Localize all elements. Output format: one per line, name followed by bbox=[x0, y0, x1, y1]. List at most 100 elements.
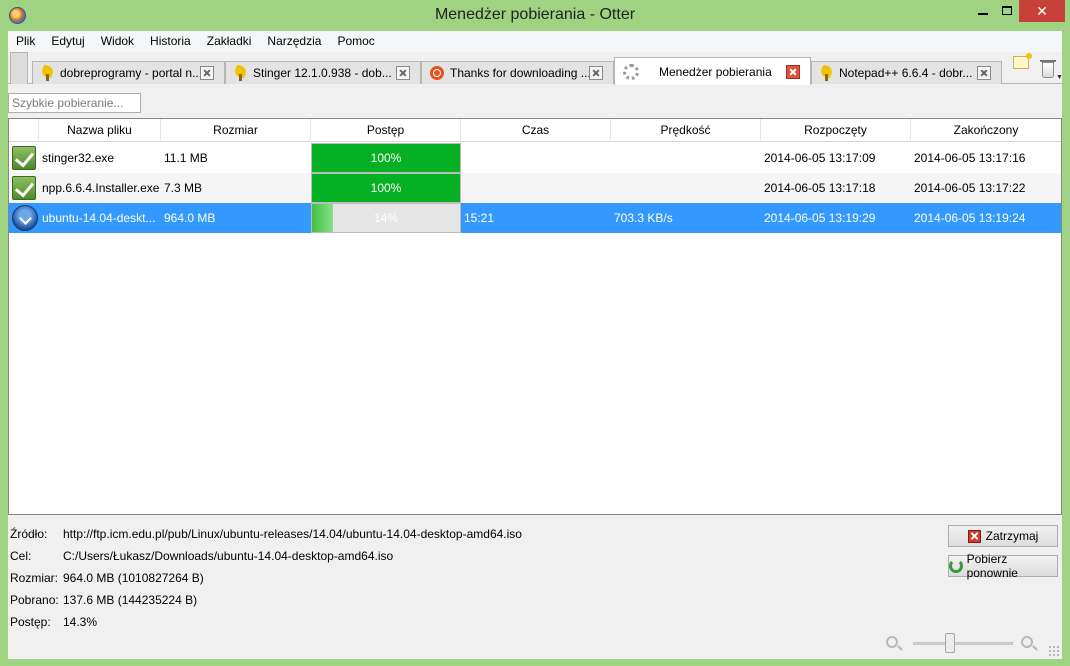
column-header-name[interactable]: Nazwa pliku bbox=[39, 119, 161, 142]
menu-edytuj[interactable]: Edytuj bbox=[43, 31, 92, 52]
ubuntu-icon bbox=[430, 66, 444, 80]
tab-ubuntu-thanks[interactable]: Thanks for downloading ... bbox=[421, 61, 614, 84]
stop-button[interactable]: Zatrzymaj bbox=[948, 525, 1058, 547]
redownload-button[interactable]: Pobierz ponownie bbox=[948, 552, 1058, 580]
close-window-button[interactable]: ✕ bbox=[1019, 0, 1065, 22]
stop-button-label: Zatrzymaj bbox=[985, 529, 1039, 543]
download-speed bbox=[614, 143, 760, 173]
check-icon bbox=[12, 146, 36, 170]
progress-text: 14% bbox=[373, 211, 399, 225]
zoom-in-icon[interactable] bbox=[1021, 636, 1033, 648]
redownload-button-label: Pobierz ponownie bbox=[966, 552, 1018, 580]
column-header-progress[interactable]: Postęp bbox=[311, 119, 461, 142]
column-header-finished[interactable]: Zakończony bbox=[911, 119, 1061, 142]
file-size: 11.1 MB bbox=[164, 151, 208, 165]
minimize-button[interactable] bbox=[970, 0, 996, 22]
table-row-selected[interactable]: ubuntu-14.04-deskt... 964.0 MB 14% 15:21… bbox=[9, 203, 1061, 233]
column-header-time[interactable]: Czas bbox=[461, 119, 611, 142]
tab-close-icon[interactable] bbox=[786, 64, 800, 79]
time-remaining bbox=[464, 143, 610, 173]
tab-stinger[interactable]: Stinger 12.1.0.938 - dob... bbox=[225, 61, 421, 84]
title-bar: Menedżer pobierania - Otter ✕ bbox=[0, 0, 1070, 31]
tab-dobreprogramy[interactable]: dobreprogramy - portal n... bbox=[32, 61, 225, 84]
minimize-icon bbox=[978, 12, 988, 15]
menu-narzedzia[interactable]: Narzędzia bbox=[259, 31, 329, 52]
column-header-started[interactable]: Rozpoczęty bbox=[761, 119, 911, 142]
column-header-speed[interactable]: Prędkość bbox=[611, 119, 761, 142]
tab-download-manager[interactable]: Menedżer pobierania bbox=[614, 57, 811, 85]
finished-time: 2014-06-05 13:17:22 bbox=[914, 181, 1026, 195]
download-icon bbox=[12, 205, 38, 231]
table-row[interactable]: stinger32.exe 11.1 MB 100% 2014-06-05 13… bbox=[9, 143, 1061, 173]
tab-label: Notepad++ 6.6.4 - dobr... bbox=[839, 66, 973, 80]
file-size: 964.0 MB bbox=[164, 211, 216, 225]
progress-bar: 14% bbox=[311, 203, 461, 233]
quick-download-input[interactable] bbox=[8, 93, 141, 113]
size-value: 964.0 MB (1010827264 B) bbox=[63, 571, 204, 585]
window-title: Menedżer pobierania - Otter bbox=[434, 6, 636, 23]
new-tab-icon[interactable] bbox=[1013, 53, 1032, 69]
loading-spinner-icon bbox=[623, 63, 639, 80]
time-remaining: 15:21 bbox=[464, 211, 495, 225]
finished-time: 2014-06-05 13:19:24 bbox=[914, 211, 1026, 225]
progress-bar: 100% bbox=[311, 143, 461, 173]
progress-value: 14.3% bbox=[63, 615, 98, 629]
progress-text: 100% bbox=[370, 151, 402, 165]
started-time: 2014-06-05 13:19:29 bbox=[764, 211, 876, 225]
maximize-button[interactable] bbox=[996, 0, 1018, 22]
menu-zakladki[interactable]: Zakładki bbox=[199, 31, 260, 52]
column-header-size[interactable]: Rozmiar bbox=[161, 119, 311, 142]
target-label: Cel: bbox=[10, 549, 32, 563]
menu-widok[interactable]: Widok bbox=[93, 31, 142, 52]
gear-icon bbox=[234, 66, 247, 81]
downloaded-value: 137.6 MB (144235224 B) bbox=[63, 593, 198, 607]
resize-grip[interactable] bbox=[1048, 645, 1060, 657]
chevron-down-icon[interactable]: ▼ bbox=[1056, 74, 1063, 81]
tab-label: Menedżer pobierania bbox=[659, 64, 772, 79]
started-time: 2014-06-05 13:17:09 bbox=[764, 151, 876, 165]
table-header: Nazwa pliku Rozmiar Postęp Czas Prędkość… bbox=[9, 119, 1061, 142]
tab-label: Thanks for downloading ... bbox=[450, 66, 589, 80]
time-remaining bbox=[464, 173, 610, 203]
window-client: Plik Edytuj Widok Historia Zakładki Narz… bbox=[8, 31, 1063, 659]
tab-bar: dobreprogramy - portal n... Stinger 12.1… bbox=[8, 52, 1063, 85]
tab-close-icon[interactable] bbox=[200, 66, 214, 80]
size-label: Rozmiar: bbox=[10, 571, 59, 585]
downloads-table: Nazwa pliku Rozmiar Postęp Czas Prędkość… bbox=[8, 118, 1062, 515]
downloaded-label: Pobrano: bbox=[10, 593, 59, 607]
column-header-icon[interactable] bbox=[9, 119, 39, 142]
maximize-icon bbox=[1002, 5, 1012, 15]
file-name: stinger32.exe bbox=[42, 151, 115, 165]
close-icon: ✕ bbox=[1036, 3, 1048, 19]
menu-bar: Plik Edytuj Widok Historia Zakładki Narz… bbox=[8, 31, 1062, 52]
tab-label: Stinger 12.1.0.938 - dob... bbox=[253, 66, 392, 80]
file-name: ubuntu-14.04-deskt... bbox=[42, 211, 156, 225]
table-row[interactable]: npp.6.6.4.Installer.exe 7.3 MB 100% 2014… bbox=[9, 173, 1061, 203]
source-value: http://ftp.icm.edu.pl/pub/Linux/ubuntu-r… bbox=[63, 527, 522, 541]
menu-pomoc[interactable]: Pomoc bbox=[329, 31, 382, 52]
source-label: Źródło: bbox=[10, 527, 48, 541]
zoom-out-icon[interactable] bbox=[886, 636, 898, 648]
menu-historia[interactable]: Historia bbox=[142, 31, 199, 52]
file-name: npp.6.6.4.Installer.exe bbox=[42, 181, 160, 195]
gear-icon bbox=[820, 66, 833, 81]
started-time: 2014-06-05 13:17:18 bbox=[764, 181, 876, 195]
download-speed: 703.3 KB/s bbox=[614, 211, 673, 225]
progress-label: Postęp: bbox=[10, 615, 51, 629]
tab-close-icon[interactable] bbox=[396, 66, 410, 80]
tab-notepadpp[interactable]: Notepad++ 6.6.4 - dobr... bbox=[811, 61, 1002, 84]
gear-icon bbox=[41, 66, 54, 81]
tab-scroll-left[interactable] bbox=[10, 52, 28, 84]
zoom-slider-handle[interactable] bbox=[945, 633, 955, 653]
closed-tabs-trash-icon[interactable] bbox=[1040, 60, 1056, 78]
progress-text: 100% bbox=[370, 181, 402, 195]
file-size: 7.3 MB bbox=[164, 181, 203, 195]
menu-plik[interactable]: Plik bbox=[8, 31, 43, 52]
zoom-slider[interactable] bbox=[913, 642, 1013, 645]
refresh-icon bbox=[949, 559, 963, 573]
tab-label: dobreprogramy - portal n... bbox=[60, 66, 200, 80]
tab-close-icon[interactable] bbox=[589, 66, 603, 80]
tab-close-icon[interactable] bbox=[977, 66, 991, 80]
target-value: C:/Users/Łukasz/Downloads/ubuntu-14.04-d… bbox=[63, 549, 394, 563]
progress-bar: 100% bbox=[311, 173, 461, 203]
